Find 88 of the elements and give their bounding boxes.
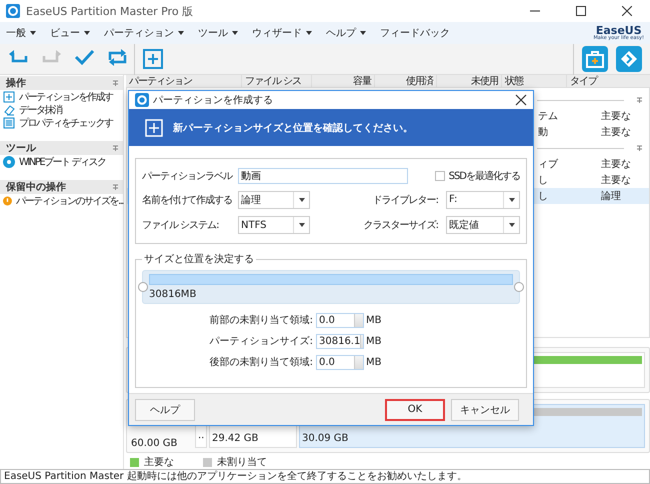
partition-size: 29.42 GB [212,433,260,444]
pin-icon[interactable] [636,96,643,104]
menu-item[interactable]: ツール [198,26,238,40]
legend-label: 未割り当て [217,456,267,469]
group-title: サイズと位置を決定する [143,252,255,266]
menu-item[interactable]: フィードバック [380,26,450,40]
text-field[interactable]: 動画 [238,168,408,184]
close-button[interactable] [515,94,527,106]
table-cell-text: 論理 [601,190,621,203]
field-label: 前部の未割り当て領域: [210,314,313,327]
dialog-button[interactable]: OK [385,398,445,420]
section-title: 保留中の操作 [6,180,66,194]
pin-icon[interactable] [112,184,119,190]
table-cell-text: 主要な [601,110,631,123]
menu-item[interactable]: ビュー [50,26,90,40]
field-label: パーティションサイズ: [210,335,313,348]
sidebar-item[interactable]: WINPEブート ディスク [0,155,123,168]
document-icon [3,116,15,128]
menu-item[interactable]: ヘルプ [326,26,366,40]
resize-handle[interactable] [138,282,148,292]
field-label: パーティションラベル [142,170,234,183]
field-label: 後部の未割り当て領域: [210,356,313,369]
partition-size: ·· [198,433,204,444]
field-label: 名前を付けて作成する [142,194,233,207]
menu-item[interactable]: ウィザード [252,26,312,40]
unit-label: MB [366,314,380,326]
sidebar-item[interactable]: パーティションのサイズを... [0,194,123,207]
section-title: 操作 [6,76,26,90]
size-label: 30816MB [149,289,198,300]
field-label: ファイル システム: [142,219,220,232]
sidebar-item[interactable]: データ抹消 [0,103,123,116]
dialog-button[interactable]: キャンセル [451,398,519,420]
column-header[interactable]: パーティション [126,75,242,87]
checkbox[interactable]: SSDを最適化する [434,168,520,183]
column-header[interactable]: タイプ [567,75,650,87]
dialog-heading: 新パーティションサイズと位置を確認してください。 [173,121,413,134]
eraser-icon [3,104,15,116]
table-cell-text: 主要な [601,158,631,171]
table-cell-text: ィブ [538,158,559,171]
dialog-title: パーティションを作成する [153,94,274,107]
column-header[interactable]: ファイル シス [242,75,312,87]
menu-item[interactable]: パーティション [104,26,184,40]
dropdown[interactable]: 既定値 [446,216,520,234]
table-cell-text: 主要な [601,174,631,187]
table-cell-text: し [538,174,549,187]
sidebar-item[interactable]: プロパティをチェックす [0,116,123,129]
column-header[interactable]: 状態 [502,75,567,87]
add-icon [145,118,163,136]
plus-box-icon [3,90,15,102]
disk-size: 60.00 GB [130,438,178,451]
column-header[interactable]: 使用済 [375,75,437,87]
status-bar: EaseUS Partition Master 起動時には他のアプリケーションを全て終了することをお勧めいたします。 [0,469,650,484]
number-field[interactable]: 0.0 [316,312,364,328]
table-cell-text: し [538,190,549,203]
field-label: ドライブレター: [372,194,438,207]
table-cell-text: 動 [538,126,549,139]
pin-icon[interactable] [112,144,119,152]
dropdown[interactable]: 論理 [238,190,310,209]
partition-size: 30.09 GB [302,433,350,444]
close-button[interactable] [622,6,632,16]
section-title: ツール [6,142,36,155]
table-cell-text: テム [538,110,559,123]
maximize-button[interactable] [576,6,586,16]
number-field[interactable]: 0.0 [316,354,364,370]
add-icon[interactable] [143,49,164,69]
sidebar-item[interactable]: パーティションを作成す [0,90,123,103]
number-field[interactable]: 30816.1 [316,334,364,348]
dropdown[interactable]: NTFS [238,216,310,234]
resize-handle[interactable] [514,282,524,292]
unit-label: MB [366,336,380,346]
unit-label: MB [366,356,380,368]
table-cell-text: 主要な [601,126,631,139]
disc-icon [3,156,15,168]
warning-icon [3,194,12,206]
toolbox-icon[interactable] [582,46,608,72]
menu-item[interactable]: 一般 [6,26,36,40]
pin-icon[interactable] [112,80,119,86]
column-header[interactable]: 未使用 [437,75,502,87]
app-icon [6,4,20,18]
dialog-button[interactable]: ヘルプ [135,398,195,420]
app-icon [135,93,149,107]
refresh-icon[interactable] [107,49,128,69]
window-title: EaseUS Partition Master Pro 版 [26,4,194,18]
legend-label: 主要な [144,456,174,469]
column-header[interactable]: 容量 [312,75,375,87]
pin-icon[interactable] [636,144,643,152]
field-label: クラスターサイズ: [364,219,438,232]
dropdown[interactable]: F: [446,190,520,209]
